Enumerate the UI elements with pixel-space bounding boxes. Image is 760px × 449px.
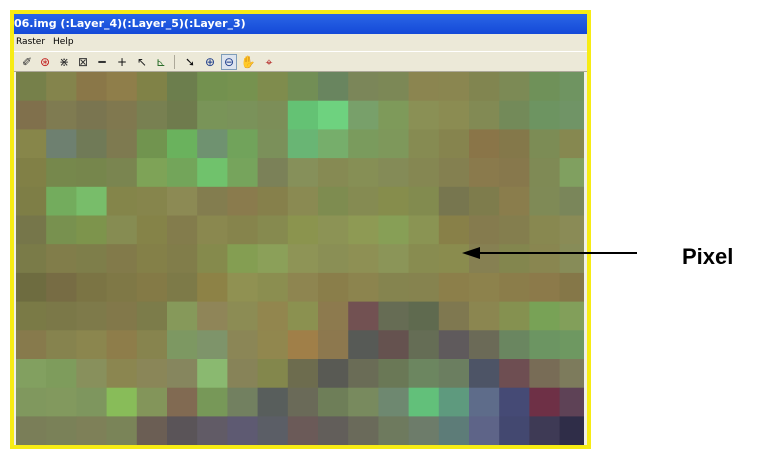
pixel-label: Pixel <box>682 244 734 269</box>
annotation-arrow <box>462 247 637 259</box>
